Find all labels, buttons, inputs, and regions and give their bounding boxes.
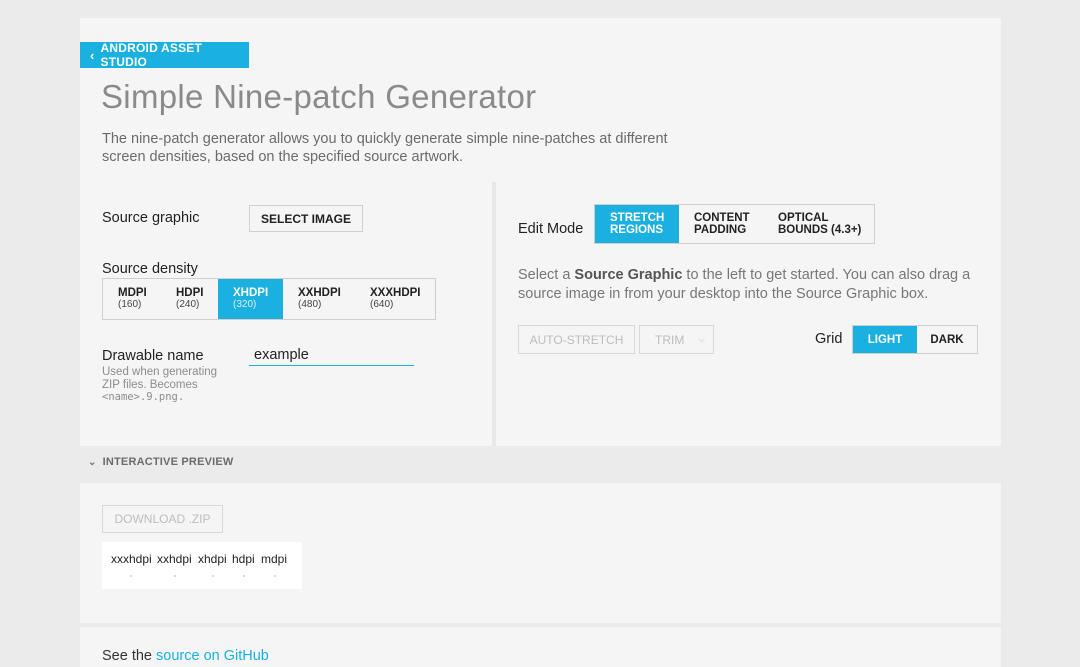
grid-option-light[interactable]: LIGHT — [853, 326, 917, 353]
auto-stretch-button[interactable]: AUTO-STRETCH — [518, 325, 635, 354]
panel-divider — [492, 182, 496, 446]
select-image-button[interactable]: SELECT IMAGE — [249, 205, 363, 232]
interactive-preview-label: INTERACTIVE PREVIEW — [102, 456, 234, 468]
source-graphic-label: Source graphic — [102, 210, 200, 226]
trim-select[interactable]: TRIM ⌵ — [639, 325, 714, 354]
density-option-xxxhdpi[interactable]: XXXHDPI (640) — [355, 279, 435, 319]
page-description: The nine-patch generator allows you to q… — [102, 131, 668, 165]
grid-option-dark[interactable]: DARK — [917, 326, 977, 353]
edit-mode-line1: OPTICAL — [778, 212, 829, 224]
density-value: (480) — [298, 299, 322, 310]
preview-label-xhdpi: xhdpi — [198, 552, 227, 566]
grid-option-label: DARK — [930, 333, 964, 346]
interactive-preview-toggle[interactable]: ⌄ INTERACTIVE PREVIEW — [88, 456, 234, 468]
page-title: Simple Nine-patch Generator — [101, 78, 537, 115]
density-name: XXHDPI — [298, 287, 341, 299]
density-value: (320) — [233, 299, 257, 310]
density-value: (240) — [176, 299, 200, 310]
density-name: XXXHDPI — [370, 287, 421, 299]
density-option-mdpi[interactable]: MDPI (160) — [103, 279, 161, 319]
density-value: (640) — [370, 299, 394, 310]
preview-image-xxhdpi — [174, 575, 176, 577]
message-pre: Select a — [518, 267, 575, 283]
edit-mode-line2: PADDING — [694, 224, 747, 236]
source-density-selector: MDPI (160) HDPI (240) XHDPI (320) XXHDPI… — [102, 278, 436, 320]
chevron-down-icon: ⌄ — [88, 456, 97, 468]
edit-mode-label: Edit Mode — [518, 221, 584, 237]
edit-mode-line1: STRETCH — [610, 212, 665, 224]
chevron-left-icon: ‹ — [90, 47, 95, 63]
grid-label: Grid — [815, 331, 843, 347]
preview-density-strip: xxxhdpi xxhdpi xhdpi hdpi mdpi — [102, 542, 302, 589]
edit-mode-selector: STRETCH REGIONS CONTENT PADDING OPTICAL … — [594, 204, 875, 244]
drawable-name-hint: Used when generating ZIP files. Becomes … — [102, 366, 232, 404]
footer-text-pre: See the — [102, 648, 157, 664]
trim-select-value: TRIM — [655, 332, 685, 347]
github-source-link[interactable]: source on GitHub — [156, 648, 269, 664]
hint-text: Used when generating ZIP files. Becomes — [102, 366, 218, 391]
back-to-asset-studio-link[interactable]: ‹ ANDROID ASSET STUDIO — [80, 41, 249, 69]
chevron-down-icon: ⌵ — [698, 334, 705, 344]
edit-mode-line2: BOUNDS (4.3+) — [778, 224, 862, 236]
back-link-label: ANDROID ASSET STUDIO — [100, 41, 203, 69]
edit-mode-content-padding[interactable]: CONTENT PADDING — [679, 205, 763, 243]
grid-selector: LIGHT DARK — [852, 325, 978, 354]
preview-image-xhdpi — [212, 575, 214, 577]
source-density-label: Source density — [102, 261, 198, 277]
density-option-hdpi[interactable]: HDPI (240) — [161, 279, 218, 319]
edit-mode-line1: CONTENT — [694, 212, 750, 224]
preview-label-mdpi: mdpi — [261, 552, 288, 566]
preview-label-xxxhdpi: xxxhdpi — [111, 552, 152, 566]
get-started-message: Select a Source Graphic to the left to g… — [518, 266, 988, 304]
density-name: HDPI — [176, 287, 204, 299]
edit-mode-optical-bounds[interactable]: OPTICAL BOUNDS (4.3+) — [763, 205, 874, 243]
density-value: (160) — [118, 299, 142, 310]
edit-mode-stretch-regions[interactable]: STRETCH REGIONS — [595, 205, 679, 243]
message-bold: Source Graphic — [574, 267, 683, 283]
footer-text: See the source on GitHub — [102, 648, 269, 664]
preview-label-hdpi: hdpi — [232, 552, 255, 566]
preview-label-xxhdpi: xxhdpi — [157, 552, 192, 566]
density-name: MDPI — [118, 287, 147, 299]
download-zip-button[interactable]: DOWNLOAD .ZIP — [102, 505, 223, 533]
density-option-xhdpi[interactable]: XHDPI (320) — [218, 279, 283, 319]
density-option-xxhdpi[interactable]: XXHDPI (480) — [283, 279, 355, 319]
hint-code: <name>.9.png. — [102, 391, 185, 403]
grid-option-label: LIGHT — [867, 333, 903, 346]
preview-image-mdpi — [274, 575, 276, 577]
edit-mode-line2: REGIONS — [610, 224, 664, 236]
preview-image-xxxhdpi — [130, 575, 132, 577]
drawable-name-label: Drawable name — [102, 348, 204, 364]
density-name: XHDPI — [233, 287, 269, 299]
preview-image-hdpi — [243, 575, 245, 577]
drawable-name-input[interactable] — [249, 344, 414, 366]
